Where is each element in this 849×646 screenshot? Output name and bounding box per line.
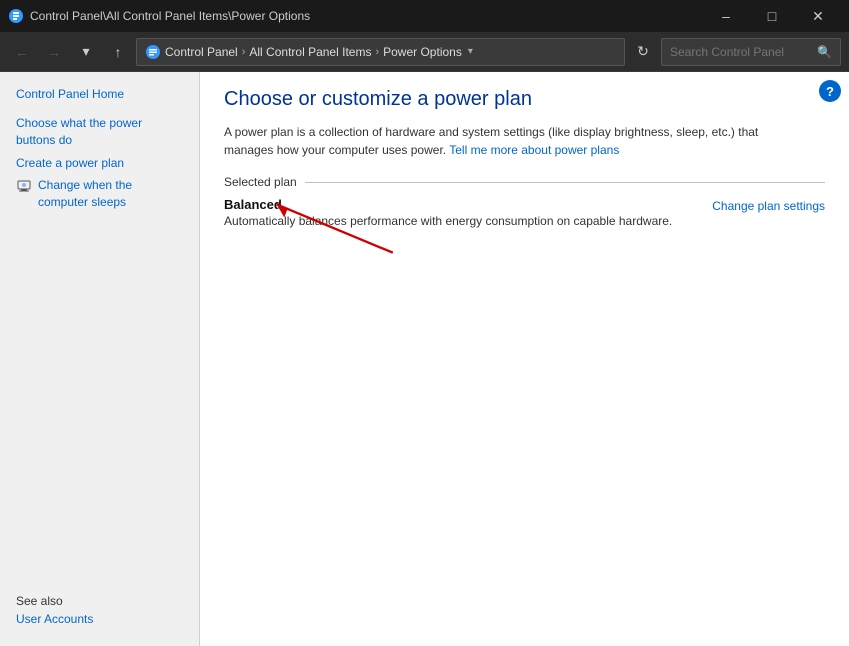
address-bar: ← → ▾ ↑ Control Panel › All Control Pane… [0, 32, 849, 72]
breadcrumb-sep-2: › [375, 46, 379, 58]
breadcrumb-power-options[interactable]: Power Options [383, 45, 462, 59]
app-icon [8, 8, 24, 24]
content-more-link[interactable]: Tell me more about power plans [449, 143, 619, 157]
breadcrumb-all-items[interactable]: All Control Panel Items [249, 45, 371, 59]
search-input[interactable] [670, 45, 811, 59]
sidebar-item-sleep[interactable]: Change when the computer sleeps [0, 174, 199, 214]
plan-desc: Automatically balances performance with … [224, 214, 672, 228]
help-button[interactable]: ? [819, 80, 841, 102]
breadcrumb-control-panel[interactable]: Control Panel [165, 45, 238, 59]
sidebar: Control Panel Home Choose what the power… [0, 72, 200, 646]
selected-plan-section: Selected plan Balanced Automatically bal… [224, 175, 825, 228]
sleep-icon [16, 178, 32, 194]
sidebar-top: Control Panel Home Choose what the power… [0, 84, 199, 214]
plan-name: Balanced [224, 197, 672, 212]
content-title: Choose or customize a power plan [224, 88, 825, 111]
back-button[interactable]: ← [8, 38, 36, 66]
close-button[interactable]: ✕ [795, 0, 841, 32]
plan-left: Balanced Automatically balances performa… [224, 197, 672, 228]
selected-plan-divider [305, 182, 825, 183]
selected-plan-header: Selected plan [224, 175, 825, 189]
refresh-button[interactable]: ↻ [629, 38, 657, 66]
minimize-button[interactable]: – [703, 0, 749, 32]
title-bar-controls: – □ ✕ [703, 0, 841, 32]
breadcrumb-app-icon [145, 44, 161, 60]
sidebar-item-sleep-label: Change when the computer sleeps [38, 177, 183, 211]
change-plan-link[interactable]: Change plan settings [712, 197, 825, 213]
maximize-button[interactable]: □ [749, 0, 795, 32]
search-icon: 🔍 [817, 45, 832, 59]
title-bar: Control Panel\All Control Panel Items\Po… [0, 0, 849, 32]
sidebar-home-link[interactable]: Control Panel Home [0, 84, 199, 104]
content-description: A power plan is a collection of hardware… [224, 123, 784, 159]
see-also: See also User Accounts [0, 586, 199, 634]
sidebar-item-power-buttons[interactable]: Choose what the power buttons do [0, 112, 199, 152]
plan-row: Balanced Automatically balances performa… [224, 197, 825, 228]
dropdown-button[interactable]: ▾ [72, 38, 100, 66]
title-bar-left: Control Panel\All Control Panel Items\Po… [8, 8, 310, 24]
breadcrumb-bar: Control Panel › All Control Panel Items … [136, 38, 625, 66]
breadcrumb-sep-1: › [242, 46, 246, 58]
see-also-label: See also [16, 594, 183, 608]
up-button[interactable]: ↑ [104, 38, 132, 66]
selected-plan-label: Selected plan [224, 175, 297, 189]
sidebar-item-create-plan[interactable]: Create a power plan [0, 152, 199, 175]
forward-button[interactable]: → [40, 38, 68, 66]
main-container: Control Panel Home Choose what the power… [0, 72, 849, 646]
window-title: Control Panel\All Control Panel Items\Po… [30, 9, 310, 23]
breadcrumb-dropdown-arrow[interactable]: ▾ [468, 46, 473, 57]
sidebar-link-user-accounts[interactable]: User Accounts [16, 612, 183, 626]
content-area: ? Choose or customize a power plan A pow… [200, 72, 849, 646]
search-box: 🔍 [661, 38, 841, 66]
